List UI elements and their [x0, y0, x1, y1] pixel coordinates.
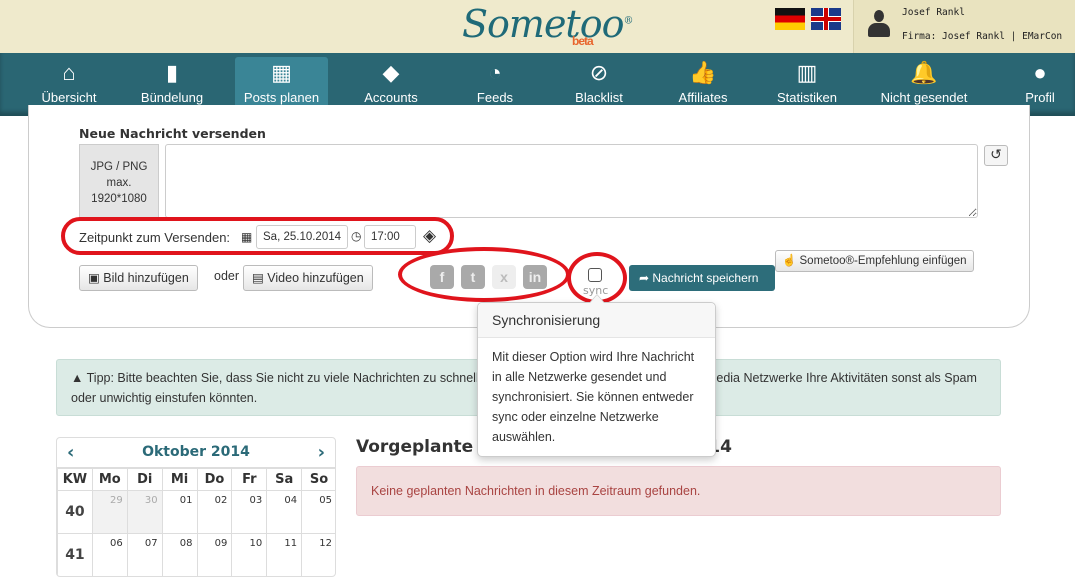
calendar-day[interactable]: 01: [161, 490, 198, 534]
calendar-day[interactable]: 09: [196, 533, 233, 576]
calendar-icon: ▦: [271, 60, 292, 85]
image-hint: 1920*1080: [91, 193, 147, 205]
bell-icon: 🔔: [910, 60, 938, 85]
nav-label: Posts planen: [243, 90, 320, 105]
company-name: Firma: Josef Rankl | EMarCon: [902, 31, 1063, 42]
nav-item-blacklist[interactable]: ⊘ Blacklist: [565, 57, 633, 112]
logo[interactable]: Sometoo® beta: [462, 2, 633, 48]
calendar-day[interactable]: 05: [301, 490, 335, 534]
calendar-week: 41 06 07 08 09 10 11 12: [57, 533, 335, 576]
add-image-label: Bild hinzufügen: [103, 271, 189, 285]
calendar-day[interactable]: 12: [301, 533, 335, 576]
calendar-week: 40 29 30 01 02 03 04 05: [57, 490, 335, 534]
nav-label: Profil: [1025, 90, 1055, 105]
nav-label: Blacklist: [575, 90, 623, 105]
calendar-day[interactable]: 11: [266, 533, 303, 576]
or-label: oder: [214, 269, 240, 283]
thumbs-up-icon: 👍: [689, 60, 717, 85]
nav-label: Bündelung: [140, 90, 204, 105]
logo-text: Sometoo: [462, 2, 624, 46]
weekday-header: Mo: [91, 468, 128, 491]
rss-icon: ◔: [488, 60, 502, 85]
sync-popover: Synchronisierung Mit dieser Option wird …: [477, 294, 716, 457]
reset-icon[interactable]: ↺: [984, 145, 1008, 166]
nav-label: Übersicht: [41, 90, 97, 105]
empty-alert: Keine geplanten Nachrichten in diesem Ze…: [356, 466, 1001, 516]
nav-label: Affiliates: [678, 90, 728, 105]
recommendation-button[interactable]: ☝ Sometoo®-Empfehlung einfügen: [775, 250, 974, 272]
week-number: 40: [57, 490, 93, 534]
uk-flag-icon[interactable]: [811, 8, 841, 30]
weekday-header: Fr: [231, 468, 268, 491]
popover-title: Synchronisierung: [478, 303, 715, 338]
share-icon: ➦: [639, 271, 653, 285]
calendar-day[interactable]: 04: [266, 490, 303, 534]
weekday-header: KW: [57, 468, 93, 491]
add-image-button[interactable]: ▣ Bild hinzufügen: [79, 265, 198, 291]
nav-label: Accounts: [364, 90, 418, 105]
german-flag-icon[interactable]: [775, 8, 805, 30]
nav-label: Nicht gesendet: [880, 90, 968, 105]
nav-item-feeds[interactable]: ◔ Feeds: [465, 57, 525, 112]
image-hint: max.: [106, 177, 132, 189]
image-upload-area[interactable]: JPG / PNG max. 1920*1080: [79, 144, 159, 219]
film-icon: ▤: [252, 271, 268, 285]
save-label: Nachricht speichern: [652, 271, 759, 285]
calendar-day[interactable]: 29: [91, 490, 128, 534]
recommend-label: Sometoo®-Empfehlung einfügen: [799, 255, 967, 267]
weekday-header: Sa: [266, 468, 303, 491]
calendar: ‹ Oktober 2014 › KW Mo Di Mi Do Fr Sa So 40 29 30 01 0…: [56, 437, 336, 577]
user-icon: ●: [1033, 60, 1047, 85]
beta-badge: beta: [572, 34, 594, 48]
nav-item-bündelung[interactable]: ▮ Bündelung: [133, 57, 211, 112]
nav-item-statistiken[interactable]: ▥ Statistiken: [766, 57, 848, 112]
add-video-button[interactable]: ▤ Video hinzufügen: [243, 265, 373, 291]
nav-item-übersicht[interactable]: ⌂ Übersicht: [30, 57, 108, 112]
weekday-header: Di: [126, 468, 163, 491]
home-icon: ⌂: [62, 60, 76, 85]
message-input[interactable]: [165, 144, 978, 218]
ban-icon: ⊘: [589, 60, 609, 85]
popover-body: Mit dieser Option wird Ihre Nachricht in…: [492, 350, 695, 444]
calendar-grid: KW Mo Di Mi Do Fr Sa So 40 29 30 01 02 03 04 05 41 06 07 08…: [57, 468, 335, 576]
user-name: Josef Rankl: [902, 7, 965, 18]
weekday-header: So: [301, 468, 335, 491]
annotation-ring: [61, 217, 454, 255]
tags-icon: ◆: [382, 60, 400, 85]
calendar-day[interactable]: 07: [126, 533, 163, 576]
week-number: 41: [57, 533, 93, 576]
prev-month-icon[interactable]: ‹: [67, 438, 74, 467]
user-avatar-icon: [868, 10, 890, 38]
nav-item-accounts[interactable]: ◆ Accounts: [355, 57, 427, 112]
header: Sometoo® beta Josef Rankl Firma: Josef Ra…: [0, 0, 1075, 53]
nav-label: Statistiken: [777, 90, 837, 105]
hand-icon: ☝: [782, 255, 800, 267]
annotation-ring: [398, 247, 570, 302]
nav-item-posts-planen[interactable]: ▦ Posts planen: [235, 57, 328, 112]
calendar-day[interactable]: 03: [231, 490, 268, 534]
image-icon: ▣: [88, 271, 104, 285]
calendar-day[interactable]: 10: [231, 533, 268, 576]
nav-item-nicht-gesendet[interactable]: 🔔 Nicht gesendet: [870, 57, 978, 112]
bar-chart-icon: ▥: [796, 60, 818, 85]
nav-item-profil[interactable]: ● Profil: [1015, 57, 1065, 112]
weekday-header: Mi: [161, 468, 198, 491]
nav-label: Feeds: [476, 90, 514, 105]
calendar-month: Oktober 2014: [142, 444, 250, 460]
composer-title: Neue Nachricht versenden: [79, 126, 266, 141]
calendar-day[interactable]: 08: [161, 533, 198, 576]
warning-icon: ▲: [71, 371, 87, 385]
calendar-day[interactable]: 30: [126, 490, 163, 534]
save-message-button[interactable]: ➦ Nachricht speichern: [629, 265, 775, 291]
weekday-header: Do: [196, 468, 233, 491]
calendar-day[interactable]: 06: [91, 533, 128, 576]
add-video-label: Video hinzufügen: [267, 271, 364, 285]
bookmark-icon: ▮: [165, 60, 179, 85]
calendar-day[interactable]: 02: [196, 490, 233, 534]
image-hint: JPG / PNG: [90, 161, 148, 173]
next-month-icon[interactable]: ›: [318, 438, 325, 467]
user-info: Josef Rankl Firma: Josef Rankl | EMarCon: [853, 0, 1075, 53]
nav-item-affiliates[interactable]: 👍 Affiliates: [668, 57, 738, 112]
